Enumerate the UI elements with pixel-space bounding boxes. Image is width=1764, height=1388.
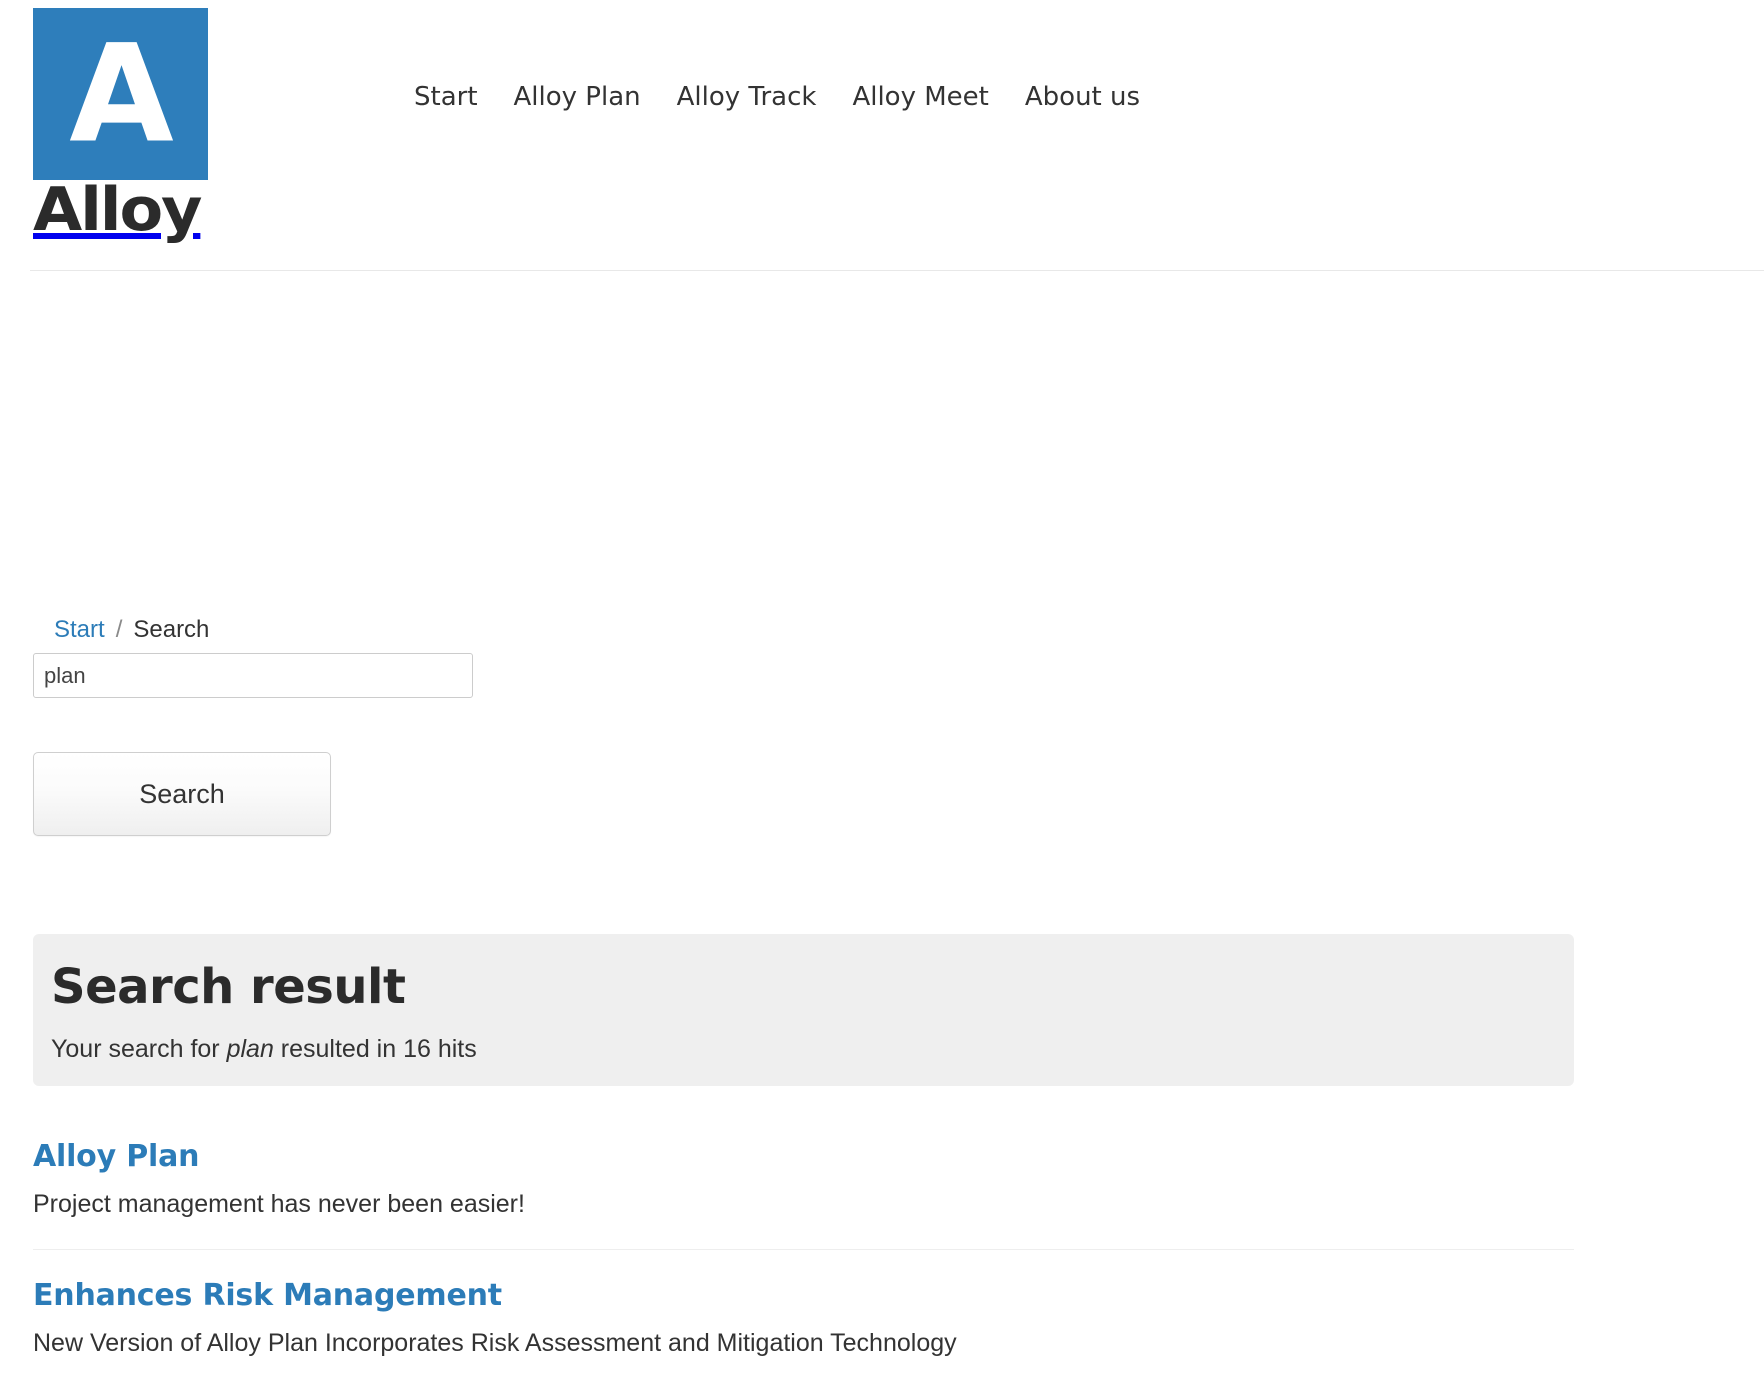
result-description: Project management has never been easier… bbox=[33, 1190, 525, 1218]
search-result-item: Enhances Risk Management New Version of … bbox=[33, 1249, 1574, 1388]
logo-mark-icon: A bbox=[33, 8, 208, 180]
breadcrumb-separator: / bbox=[115, 616, 123, 643]
result-title-link[interactable]: Enhances Risk Management bbox=[33, 1278, 1574, 1314]
breadcrumb-current-search: Search bbox=[133, 616, 210, 643]
site-header: A Alloy Start Alloy Plan Alloy Track All… bbox=[0, 0, 1764, 271]
breadcrumb-link-start[interactable]: Start bbox=[54, 613, 105, 647]
search-button[interactable]: Search bbox=[33, 752, 331, 836]
result-title-link[interactable]: Alloy Plan bbox=[33, 1139, 1574, 1175]
search-result-heading: Search result bbox=[51, 959, 406, 1015]
nav-item-alloy-meet[interactable]: Alloy Meet bbox=[834, 78, 1006, 116]
main-navigation: Start Alloy Plan Alloy Track Alloy Meet … bbox=[396, 78, 1158, 116]
search-result-panel: Search result Your search for plan resul… bbox=[33, 934, 1574, 1086]
nav-item-alloy-track[interactable]: Alloy Track bbox=[659, 78, 835, 116]
summary-search-term: plan bbox=[226, 1035, 274, 1063]
nav-item-alloy-plan[interactable]: Alloy Plan bbox=[496, 78, 659, 116]
header-divider bbox=[30, 270, 1764, 271]
search-results-list: Alloy Plan Project management has never … bbox=[33, 1139, 1574, 1388]
search-result-summary: Your search for plan resulted in 16 hits bbox=[51, 1034, 1574, 1064]
logo-wordmark: Alloy bbox=[33, 175, 203, 245]
nav-item-about-us[interactable]: About us bbox=[1007, 78, 1158, 116]
summary-suffix: resulted in 16 hits bbox=[280, 1035, 477, 1063]
site-logo[interactable]: A Alloy bbox=[33, 8, 208, 240]
search-form: Search bbox=[33, 653, 473, 836]
result-description: New Version of Alloy Plan Incorporates R… bbox=[33, 1329, 957, 1357]
search-result-item: Alloy Plan Project management has never … bbox=[33, 1139, 1574, 1249]
search-input[interactable] bbox=[33, 653, 473, 698]
summary-prefix: Your search for bbox=[51, 1035, 220, 1063]
logo-letter: A bbox=[69, 15, 173, 173]
breadcrumb: Start / Search bbox=[54, 613, 209, 647]
nav-item-start[interactable]: Start bbox=[396, 78, 496, 116]
